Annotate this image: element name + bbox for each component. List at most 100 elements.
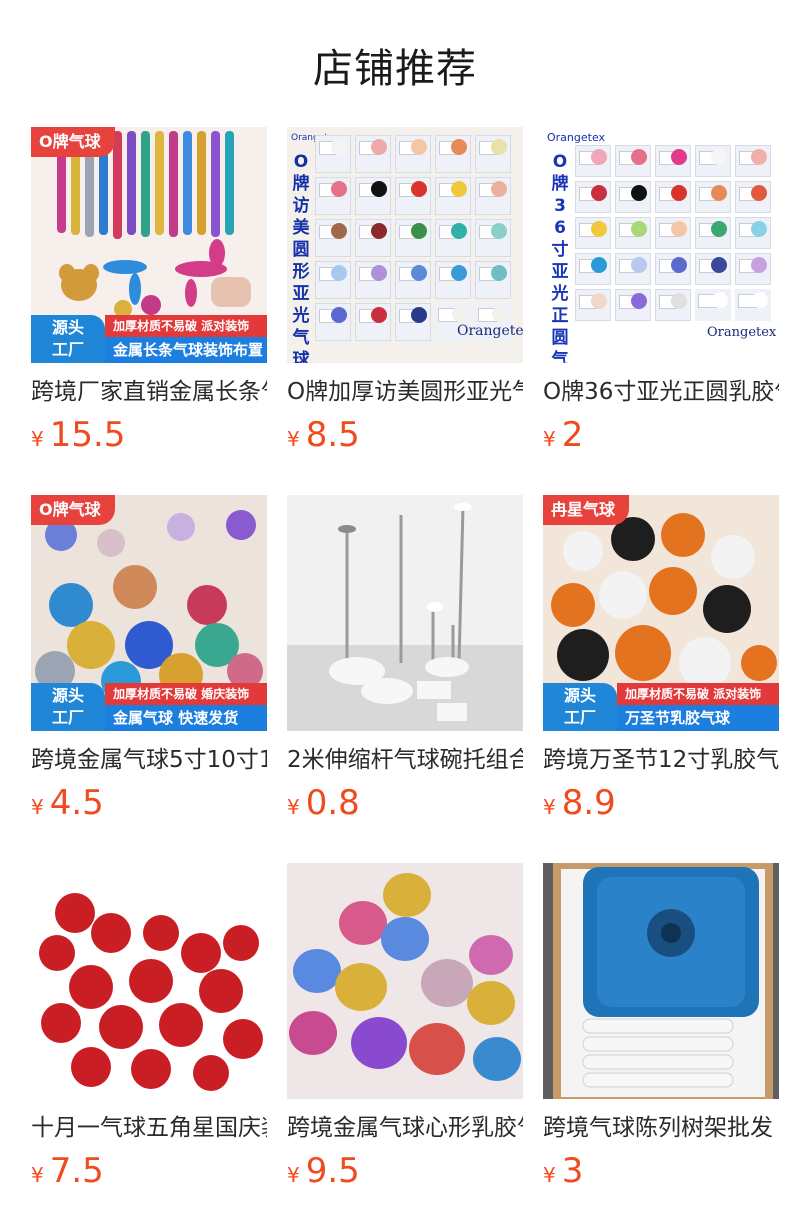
swatch xyxy=(355,135,391,173)
swatch xyxy=(615,289,651,321)
promo-red-banner: 加厚材质不易破 派对装饰 xyxy=(105,315,267,337)
swatch xyxy=(435,261,471,299)
product-card[interactable]: O牌气球 源头 工厂 加厚材质不易破 派对装饰 金属长条气球装饰布置 跨境厂家直… xyxy=(31,127,267,495)
swatch xyxy=(735,145,771,177)
swatch xyxy=(355,261,391,299)
product-image[interactable]: Orangetex O牌访美圆形亚光气球 xyxy=(287,127,523,363)
product-image[interactable] xyxy=(543,863,779,1099)
currency-symbol: ¥ xyxy=(287,795,300,819)
brand-tag: O牌气球 xyxy=(31,127,115,157)
product-price: ¥3 xyxy=(543,1151,779,1197)
swatch xyxy=(615,181,651,213)
swatch xyxy=(315,135,351,173)
product-name[interactable]: 跨境厂家直销金属长条气球装饰布置 xyxy=(31,377,267,407)
swatch xyxy=(475,261,511,299)
swatch xyxy=(695,217,731,249)
swatch xyxy=(735,217,771,249)
promo-red-banner: 加厚材质不易破 派对装饰 xyxy=(617,683,779,705)
product-card[interactable]: 冉星气球 源头 工厂 加厚材质不易破 派对装饰 万圣节乳胶气球 跨境万圣节12寸… xyxy=(543,495,779,863)
color-swatch-chart xyxy=(315,135,511,341)
product-grid: O牌气球 源头 工厂 加厚材质不易破 派对装饰 金属长条气球装饰布置 跨境厂家直… xyxy=(31,127,779,1231)
product-image[interactable] xyxy=(287,495,523,731)
swatch xyxy=(655,181,691,213)
price-value: 9.5 xyxy=(305,1151,360,1191)
price-value: 2 xyxy=(561,415,584,455)
brand-logo-large: Orangetex xyxy=(707,325,777,340)
product-image[interactable]: O牌气球 源头 工厂 加厚材质不易破 婚庆装饰 金属气球 快速发货 xyxy=(31,495,267,731)
product-price: ¥15.5 xyxy=(31,415,267,461)
product-card[interactable]: 跨境气球陈列树架批发 ¥3 xyxy=(543,863,779,1231)
product-price: ¥0.8 xyxy=(287,783,523,829)
swatch xyxy=(575,145,611,177)
currency-symbol: ¥ xyxy=(31,795,44,819)
source-factory-badge: 源头 工厂 xyxy=(543,683,617,731)
product-name[interactable]: O牌36寸亚光正圆乳胶气球 xyxy=(543,377,779,407)
product-card[interactable]: 十月一气球五角星国庆装饰 ¥7.5 xyxy=(31,863,267,1231)
currency-symbol: ¥ xyxy=(543,795,556,819)
product-price: ¥9.5 xyxy=(287,1151,523,1197)
swatch xyxy=(395,303,431,341)
promo-blue-banner: 金属长条气球装饰布置 xyxy=(105,337,267,363)
brand-logo-small: Orangetex xyxy=(547,131,606,144)
promo-blue-banner: 万圣节乳胶气球 xyxy=(617,705,779,731)
product-card[interactable]: O牌气球 源头 工厂 加厚材质不易破 婚庆装饰 金属气球 快速发货 跨境金属气球… xyxy=(31,495,267,863)
swatch xyxy=(575,289,611,321)
product-card[interactable]: 跨境金属气球心形乳胶气球 ¥9.5 xyxy=(287,863,523,1231)
swatch xyxy=(655,217,691,249)
currency-symbol: ¥ xyxy=(31,427,44,451)
brand-logo-large: Orangetex xyxy=(457,323,523,339)
product-name[interactable]: 跨境气球陈列树架批发 xyxy=(543,1113,779,1143)
swatch xyxy=(655,289,691,321)
balloon-stand-poles-illustration xyxy=(287,495,523,731)
swatch xyxy=(315,219,351,257)
swatch xyxy=(355,303,391,341)
product-name[interactable]: O牌加厚访美圆形亚光气球 xyxy=(287,377,523,407)
promo-strip: 源头 工厂 加厚材质不易破 派对装饰 万圣节乳胶气球 xyxy=(543,683,779,731)
product-price: ¥7.5 xyxy=(31,1151,267,1197)
swatch xyxy=(395,135,431,173)
price-value: 8.5 xyxy=(305,415,360,455)
product-name[interactable]: 跨境金属气球心形乳胶气球 xyxy=(287,1113,523,1143)
product-price: ¥2 xyxy=(543,415,779,461)
swatch xyxy=(395,261,431,299)
swatch xyxy=(655,145,691,177)
promo-strip: 源头 工厂 加厚材质不易破 派对装饰 金属长条气球装饰布置 xyxy=(31,315,267,363)
swatch xyxy=(475,219,511,257)
page-title: 店铺推荐 xyxy=(313,46,477,92)
product-card[interactable]: Orangetex O牌访美圆形亚光气球 xyxy=(287,127,523,495)
swatch xyxy=(695,181,731,213)
red-star-balloons-illustration xyxy=(31,863,267,1099)
swatch xyxy=(575,181,611,213)
product-name[interactable]: 十月一气球五角星国庆装饰 xyxy=(31,1113,267,1143)
swatch xyxy=(735,253,771,285)
currency-symbol: ¥ xyxy=(543,427,556,451)
product-image[interactable] xyxy=(31,863,267,1099)
brand-tag: O牌气球 xyxy=(31,495,115,525)
price-value: 15.5 xyxy=(49,415,126,455)
swatch xyxy=(355,219,391,257)
product-image[interactable]: O牌气球 源头 工厂 加厚材质不易破 派对装饰 金属长条气球装饰布置 xyxy=(31,127,267,363)
product-image[interactable]: Orangetex O牌36寸亚光正圆气球 xyxy=(543,127,779,363)
swatch xyxy=(575,217,611,249)
swatch xyxy=(315,177,351,215)
product-name[interactable]: 跨境金属气球5寸10寸12寸18寸 xyxy=(31,745,267,775)
swatch xyxy=(695,253,731,285)
product-image[interactable] xyxy=(287,863,523,1099)
swatch xyxy=(475,177,511,215)
product-image[interactable]: 冉星气球 源头 工厂 加厚材质不易破 派对装饰 万圣节乳胶气球 xyxy=(543,495,779,731)
swatch xyxy=(615,217,651,249)
product-name[interactable]: 跨境万圣节12寸乳胶气球 xyxy=(543,745,779,775)
price-value: 8.9 xyxy=(561,783,616,823)
currency-symbol: ¥ xyxy=(543,1163,556,1187)
product-card[interactable]: 2米伸缩杆气球碗托组合 ¥0.8 xyxy=(287,495,523,863)
promo-red-banner: 加厚材质不易破 婚庆装饰 xyxy=(105,683,267,705)
swatch xyxy=(315,261,351,299)
product-price: ¥8.9 xyxy=(543,783,779,829)
swatch xyxy=(315,303,351,341)
product-card[interactable]: Orangetex O牌36寸亚光正圆气球 xyxy=(543,127,779,495)
swatch xyxy=(395,177,431,215)
product-name[interactable]: 2米伸缩杆气球碗托组合 xyxy=(287,745,523,775)
swatch xyxy=(475,135,511,173)
swatch xyxy=(435,135,471,173)
vertical-product-text: O牌36寸亚光正圆气球 xyxy=(551,152,569,363)
